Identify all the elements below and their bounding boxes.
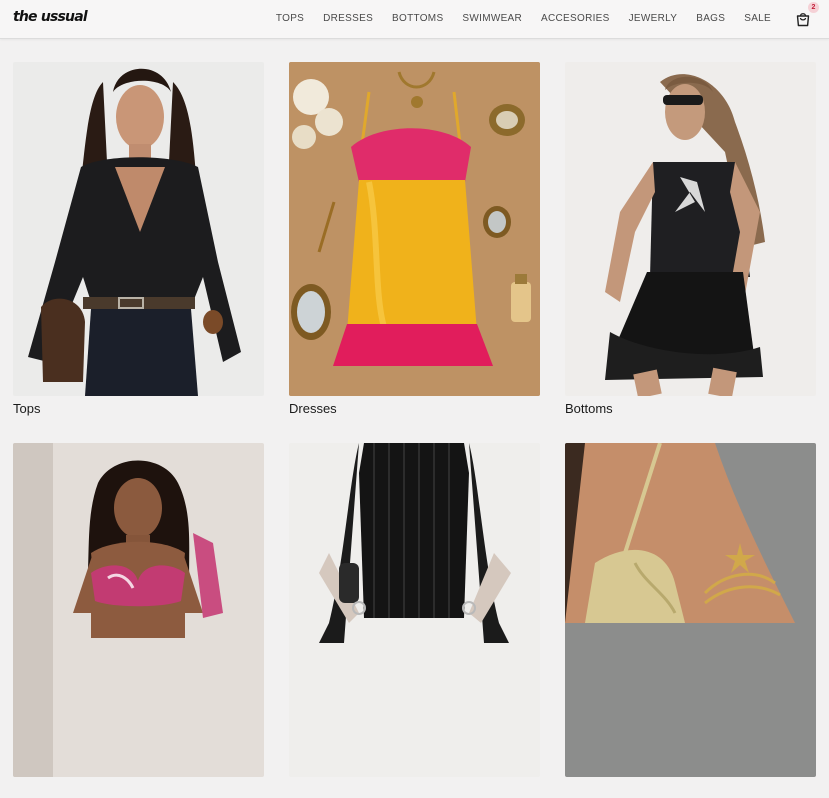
category-label-tops[interactable]: Tops — [13, 401, 264, 417]
category-image-dresses[interactable] — [289, 62, 540, 396]
category-image-jewerly[interactable] — [565, 443, 816, 777]
main-nav: TOPS DRESSES BOTTOMS SWIMWEAR ACCESORIES… — [257, 13, 771, 24]
category-image-swimwear[interactable] — [13, 443, 264, 777]
nav-item-sale[interactable]: SALE — [744, 13, 771, 24]
category-card-bottoms[interactable]: Bottoms — [565, 62, 816, 417]
category-image-tops[interactable] — [13, 62, 264, 396]
nav-item-dresses[interactable]: DRESSES — [323, 13, 373, 24]
category-image-accesories[interactable] — [289, 443, 540, 777]
cart-count-badge: 2 — [808, 2, 819, 13]
nav-item-accesories[interactable]: ACCESORIES — [541, 13, 610, 24]
nav-item-bottoms[interactable]: BOTTOMS — [392, 13, 443, 24]
category-label-jewerly[interactable] — [565, 782, 816, 798]
shopping-bag-icon[interactable] — [794, 10, 812, 28]
category-label-bottoms[interactable]: Bottoms — [565, 401, 816, 417]
nav-item-swimwear[interactable]: SWIMWEAR — [462, 13, 522, 24]
category-card-swimwear[interactable] — [13, 443, 264, 798]
brand-logo[interactable]: the ussual — [13, 9, 88, 25]
category-image-bottoms[interactable] — [565, 62, 816, 396]
site-header: the ussual TOPS DRESSES BOTTOMS SWIMWEAR… — [0, 0, 829, 39]
category-card-dresses[interactable]: Dresses — [289, 62, 540, 417]
category-card-tops[interactable]: Tops — [13, 62, 264, 417]
category-label-dresses[interactable]: Dresses — [289, 401, 540, 417]
nav-item-jewerly[interactable]: JEWERLY — [629, 13, 678, 24]
category-card-accesories[interactable] — [289, 443, 540, 798]
category-label-accesories[interactable] — [289, 782, 540, 798]
nav-item-bags[interactable]: BAGS — [696, 13, 725, 24]
category-card-jewerly[interactable] — [565, 443, 816, 798]
category-label-swimwear[interactable] — [13, 782, 264, 798]
nav-item-tops[interactable]: TOPS — [276, 13, 304, 24]
